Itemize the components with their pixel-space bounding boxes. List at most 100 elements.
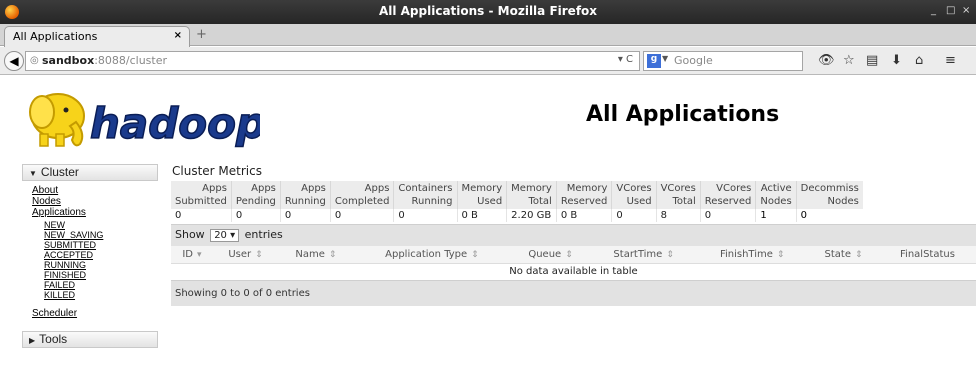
url-host: sandbox (42, 54, 95, 67)
sidebar: ▼ Cluster About Nodes Applications NEW NE… (22, 164, 158, 348)
metrics-header-row: Apps Submitted Apps Pending Apps Running Ap… (171, 181, 863, 209)
nav-link-submitted[interactable]: SUBMITTED (32, 240, 158, 250)
cluster-links: About Nodes Applications NEW NEW_SAVING … (22, 181, 158, 319)
column-header-queue[interactable]: Queue ⇕ (510, 246, 591, 264)
sort-icon: ⇕ (255, 250, 263, 260)
cluster-metrics-table: Apps Submitted Apps Pending Apps Running Ap… (171, 181, 863, 222)
nav-link-scheduler[interactable]: Scheduler (32, 308, 158, 319)
sort-desc-icon: ▾ (197, 250, 202, 260)
nav-link-accepted[interactable]: ACCEPTED (32, 250, 158, 260)
navigation-toolbar: ◀ ◎ sandbox:8088/cluster ▾ C g ▼ Google … (0, 47, 976, 75)
metric-value: 0 (330, 209, 395, 222)
applications-header-row: ID ▾ User ⇕ Name ⇕ Application Type ⇕ Queue ⇕… (171, 246, 976, 264)
elephant-icon (29, 93, 85, 147)
column-header-finalstatus[interactable]: FinalStatus (878, 246, 976, 264)
metric-value: 1 (755, 209, 797, 222)
sort-icon: ⇕ (666, 250, 674, 260)
nav-link-applications[interactable]: Applications (32, 207, 158, 218)
nav-link-new-saving[interactable]: NEW_SAVING (32, 230, 158, 240)
nav-link-killed[interactable]: KILLED (32, 290, 158, 300)
metric-header: Apps Submitted (171, 181, 232, 209)
empty-table-message: No data available in table (509, 266, 638, 277)
metric-header: Active Nodes (755, 181, 797, 209)
metric-header: Decommiss Nodes (796, 181, 863, 209)
metric-header: Apps Completed (330, 181, 395, 209)
metrics-value-row: 0 0 0 0 0 0 B 2.20 GB 0 B 0 8 0 1 0 (171, 209, 863, 222)
show-label: Show (175, 228, 205, 241)
sort-icon: ⇕ (854, 250, 863, 260)
home-icon[interactable]: ⌂ (915, 53, 923, 68)
tab-all-applications[interactable]: All Applications × (4, 26, 190, 47)
metric-header: Memory Total (506, 181, 557, 209)
reload-icon[interactable]: ▾ C (618, 54, 633, 65)
column-header-user[interactable]: User ⇕ (212, 246, 279, 264)
minimize-button[interactable]: _ (931, 5, 936, 16)
column-header-starttime[interactable]: StartTime ⇕ (590, 246, 697, 264)
metric-header: Memory Reserved (556, 181, 613, 209)
nav-link-finished[interactable]: FINISHED (32, 270, 158, 280)
tab-label: All Applications (13, 30, 98, 43)
sort-icon: ⇕ (328, 250, 337, 260)
metric-value: 0 (280, 209, 331, 222)
entries-label: entries (244, 228, 283, 241)
metric-value: 0 (700, 209, 757, 222)
cluster-label: Cluster (40, 165, 79, 179)
metric-value: 0 B (556, 209, 613, 222)
window-title: All Applications - Mozilla Firefox (378, 4, 598, 18)
search-bar[interactable]: g ▼ Google (643, 51, 803, 71)
menu-icon[interactable]: ≡ (945, 53, 956, 68)
metric-header: VCores Used (611, 181, 657, 209)
google-engine-icon[interactable]: g (647, 54, 661, 68)
metric-value: 0 (393, 209, 458, 222)
binoculars-icon[interactable]: 👁 (818, 53, 835, 68)
main-panel: Cluster Metrics Apps Submitted Apps Pendin… (171, 164, 976, 306)
active-nodes-link[interactable]: 1 (760, 210, 766, 221)
metric-value: 0 (171, 209, 232, 222)
nav-link-failed[interactable]: FAILED (32, 280, 158, 290)
metric-value: 0 (796, 209, 863, 222)
metric-header: Apps Running (280, 181, 331, 209)
cluster-section-header[interactable]: ▼ Cluster (22, 164, 158, 181)
column-header-id[interactable]: ID ▾ (171, 246, 213, 264)
decommissioned-nodes-link[interactable]: 0 (801, 210, 807, 221)
nav-link-about[interactable]: About (32, 185, 158, 196)
metric-header: Memory Used (457, 181, 508, 209)
metric-value: 0 B (457, 209, 508, 222)
back-button[interactable]: ◀ (4, 51, 24, 71)
search-engine-dropdown-icon[interactable]: ▼ (662, 54, 668, 63)
nav-link-running[interactable]: RUNNING (32, 260, 158, 270)
hadoop-logo[interactable]: hadoop (20, 82, 260, 154)
bookmark-star-icon[interactable]: ☆ (843, 53, 855, 68)
library-icon[interactable]: ▤ (866, 53, 878, 68)
column-header-finishtime[interactable]: FinishTime ⇕ (696, 246, 809, 264)
collapse-triangle-icon: ▼ (29, 169, 37, 178)
table-info: Showing 0 to 0 of 0 entries (171, 280, 976, 306)
nav-link-nodes[interactable]: Nodes (32, 196, 158, 207)
tools-section-header[interactable]: ▶ Tools (22, 331, 158, 348)
chevron-down-icon: ▾ (230, 230, 236, 241)
cluster-metrics-title: Cluster Metrics (172, 164, 262, 178)
metric-value: 0 (611, 209, 657, 222)
back-arrow-icon: ◀ (9, 54, 19, 68)
table-row: No data available in table (171, 264, 976, 280)
column-header-name[interactable]: Name ⇕ (278, 246, 354, 264)
download-icon[interactable]: ⬇ (891, 53, 902, 68)
tab-strip: All Applications × + (0, 24, 976, 47)
page-content: hadoop All Applications ▼ Cluster About N… (0, 76, 976, 376)
hadoop-wordmark: hadoop (90, 99, 260, 148)
tools-label: Tools (39, 332, 68, 346)
expand-triangle-icon: ▶ (29, 336, 36, 345)
nav-link-new[interactable]: NEW (32, 220, 158, 230)
column-header-application-type[interactable]: Application Type ⇕ (353, 246, 511, 264)
metric-value: 0 (231, 209, 281, 222)
app-state-links: NEW NEW_SAVING SUBMITTED ACCEPTED RUNNIN… (32, 220, 158, 300)
new-tab-button[interactable]: + (196, 27, 207, 42)
entries-per-page-select[interactable]: 20 ▾ (210, 229, 240, 242)
url-bar[interactable]: ◎ sandbox:8088/cluster ▾ C (25, 51, 640, 71)
close-window-button[interactable]: × (962, 5, 970, 16)
tab-close-icon[interactable]: × (174, 30, 182, 41)
entries-length-bar: Show 20 ▾ entries (171, 224, 976, 246)
browser-window: All Applications - Mozilla Firefox _ □ ×… (0, 0, 976, 376)
maximize-button[interactable]: □ (946, 5, 955, 16)
column-header-state[interactable]: State ⇕ (808, 246, 879, 264)
